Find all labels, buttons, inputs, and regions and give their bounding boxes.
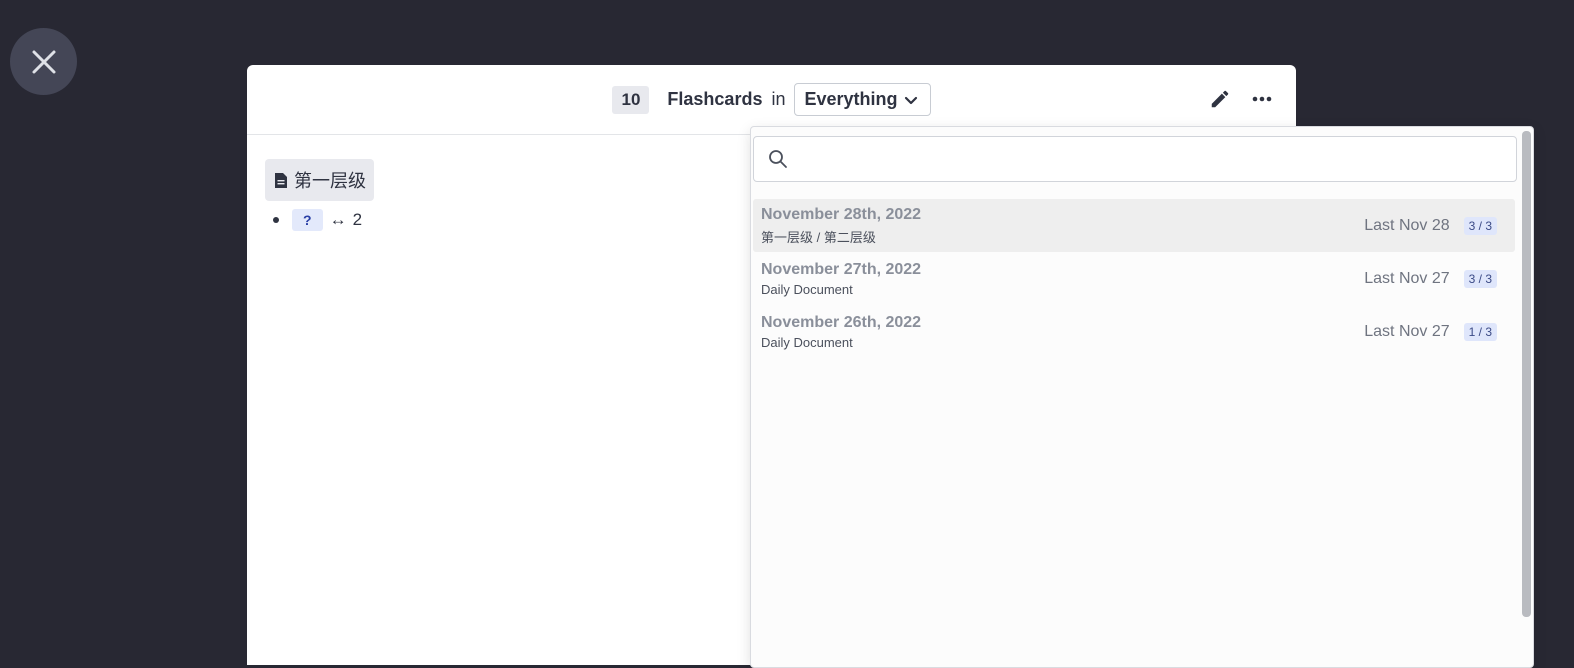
item-title: November 27th, 2022	[761, 260, 922, 278]
deck-select-value: Everything	[804, 89, 898, 109]
search-icon	[768, 148, 790, 170]
search-input[interactable]	[798, 139, 1516, 179]
cloze-answer[interactable]: ?	[292, 209, 323, 231]
item-title: November 26th, 2022	[761, 313, 922, 331]
modal-title: Flashcards	[667, 89, 763, 109]
last-reviewed: Last Nov 27	[1364, 269, 1450, 287]
close-icon	[32, 50, 55, 73]
search-box[interactable]	[753, 136, 1517, 182]
bidirectional-arrow: ↔	[329, 210, 347, 229]
bullet	[273, 217, 279, 223]
progress-badge: 3 / 3	[1463, 269, 1497, 288]
deck-list: November 28th, 2022 第一层级 / 第二层级 Last Nov…	[753, 199, 1515, 358]
last-reviewed: Last Nov 27	[1364, 322, 1450, 340]
item-subtitle: Daily Document	[761, 281, 853, 297]
item-subtitle: Daily Document	[761, 334, 853, 350]
close-button[interactable]	[10, 28, 77, 95]
deck-select[interactable]: Everything	[794, 83, 931, 116]
edit-button[interactable]	[1208, 87, 1232, 111]
in-label: in	[771, 89, 786, 109]
pencil-icon	[1211, 90, 1229, 108]
more-horizontal-icon	[1252, 96, 1272, 102]
card-value: 2	[352, 210, 363, 229]
list-item[interactable]: November 26th, 2022 Daily Document Last …	[753, 305, 1515, 358]
document-icon	[275, 172, 287, 188]
page-title: 第一层级	[294, 171, 366, 191]
scrollbar[interactable]	[1522, 131, 1531, 617]
page-reference[interactable]: 第一层级	[265, 159, 374, 201]
card-count-badge: 10	[612, 85, 650, 114]
item-title: November 28th, 2022	[761, 205, 922, 223]
item-subtitle: 第一层级 / 第二层级	[761, 229, 876, 245]
chevron-down-icon	[904, 96, 917, 104]
deck-dropdown: November 28th, 2022 第一层级 / 第二层级 Last Nov…	[750, 126, 1534, 668]
modal-header: 10 Flashcards in Everything	[247, 65, 1296, 135]
last-reviewed: Last Nov 28	[1364, 216, 1450, 234]
list-item[interactable]: November 28th, 2022 第一层级 / 第二层级 Last Nov…	[753, 199, 1515, 252]
more-options-button[interactable]	[1250, 87, 1274, 111]
progress-badge: 1 / 3	[1463, 322, 1497, 341]
list-item[interactable]: November 27th, 2022 Daily Document Last …	[753, 252, 1515, 305]
progress-badge: 3 / 3	[1463, 216, 1497, 235]
